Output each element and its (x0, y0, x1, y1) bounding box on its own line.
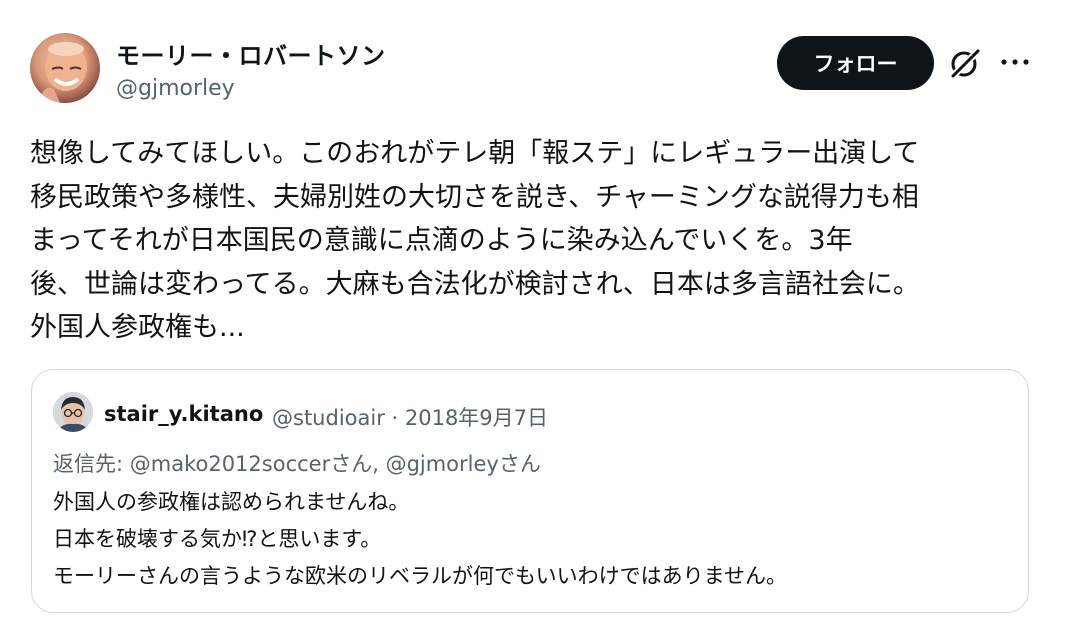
quoted-reply-to: 返信先: @mako2012soccerさん, @gjmorleyさん (53, 452, 541, 476)
quoted-text: 外国人の参政権は認められませんね。 日本を破壊する気か⁉と思います。 モーリーさ… (53, 484, 787, 595)
post-text-line: 移民政策や多様性、夫婦別姓の大切さを説き、チャーミングな説得力も相 (30, 181, 919, 213)
post-text: 想像してみてほしい。このおれがテレ朝「報ステ」にレギュラー出演して 移民政策や多… (30, 132, 1035, 350)
post-author-handle[interactable]: @gjmorley (116, 76, 235, 101)
follow-button[interactable]: フォロー (777, 36, 934, 90)
grok-icon[interactable] (948, 46, 982, 80)
post-text-line: 外国人参政権も... (30, 312, 245, 343)
more-icon[interactable] (999, 51, 1031, 73)
post-author-avatar[interactable] (30, 33, 100, 103)
quoted-post-card[interactable]: stair_y.kitano @studioair · 2018年9月7日 返信… (31, 369, 1029, 613)
post-author-name[interactable]: モーリー・ロバートソン (116, 36, 386, 71)
quoted-text-line: 日本を破壊する気か⁉と思います。 (53, 527, 382, 551)
quoted-text-line: モーリーさんの言うような欧米のリベラルが何でもいいわけではありません。 (53, 564, 787, 588)
post-text-line: 後、世論は変わってる。大麻も合法化が検討され、日本は多言語社会に。 (30, 268, 920, 300)
quoted-author-name[interactable]: stair_y.kitano (104, 402, 263, 426)
quoted-author-meta: @studioair · 2018年9月7日 (272, 406, 549, 430)
quoted-text-line: 外国人の参政権は認められませんね。 (53, 490, 410, 514)
quoted-author-avatar[interactable] (53, 392, 93, 432)
post-text-line: 想像してみてほしい。このおれがテレ朝「報ステ」にレギュラー出演して (30, 138, 920, 169)
post-text-line: まってそれが日本国民の意識に点滴のように染み込んでいくを。3年 (30, 225, 853, 256)
